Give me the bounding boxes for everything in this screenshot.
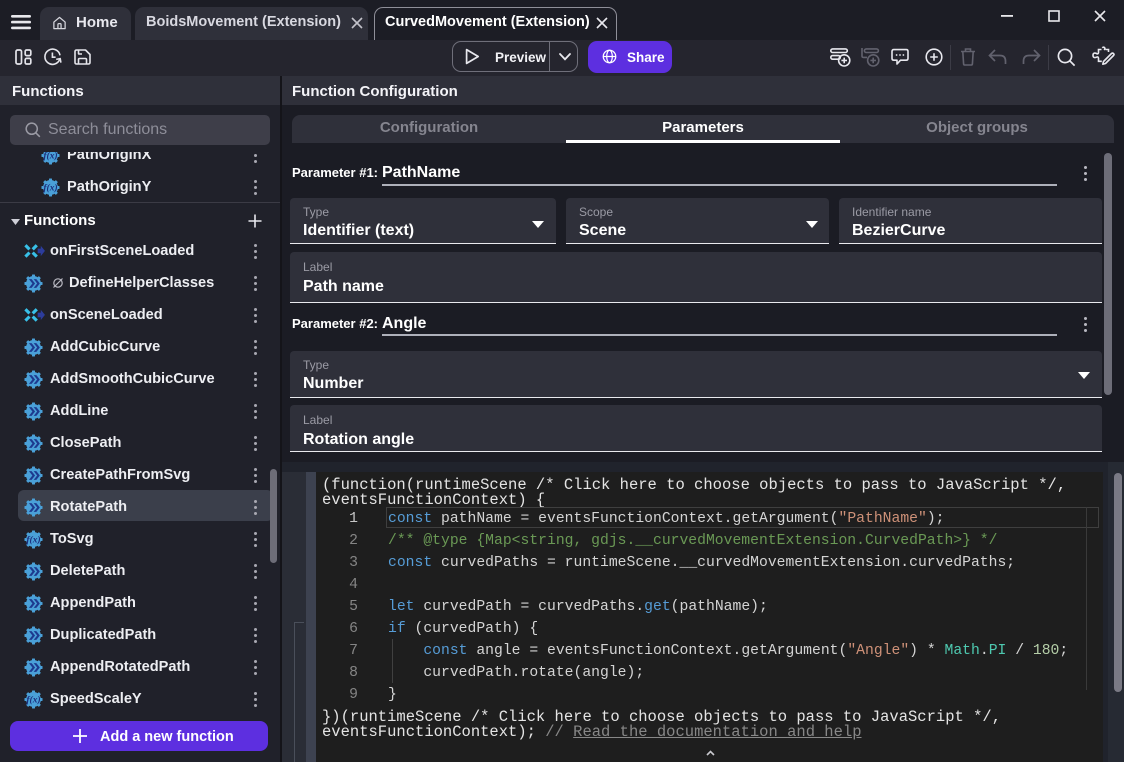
svg-text:f(x): f(x)	[26, 694, 40, 705]
svg-text:f(x): f(x)	[43, 182, 57, 193]
svg-text:f(x): f(x)	[26, 534, 40, 545]
